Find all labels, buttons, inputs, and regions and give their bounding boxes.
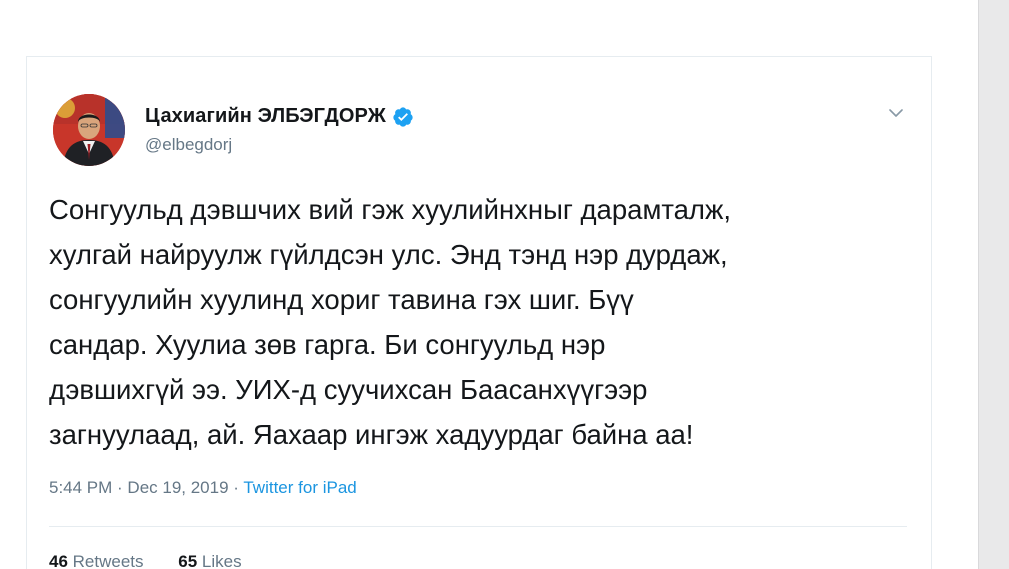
likes-count: 65 xyxy=(178,552,198,569)
author-name[interactable]: Цахиагийн ЭЛБЭГДОРЖ xyxy=(145,105,414,128)
tweet-timestamp[interactable]: 5:44 PM · Dec 19, 2019 · xyxy=(49,478,243,497)
tweet-text: Сонгуульд дэвшчих вий гэж хуулийнхныг да… xyxy=(49,194,732,450)
page: Цахиагийн ЭЛБЭГДОРЖ @elbegdorj Сонгуульд… xyxy=(0,0,1009,569)
chevron-down-icon[interactable] xyxy=(886,103,906,123)
retweets-label: Retweets xyxy=(72,552,144,569)
tweet-stats: 46 Retweets 65 Likes xyxy=(49,552,272,569)
likes-label: Likes xyxy=(201,552,242,569)
author-avatar[interactable] xyxy=(53,94,125,166)
tweet-card: Цахиагийн ЭЛБЭГДОРЖ @elbegdorj Сонгуульд… xyxy=(26,56,932,569)
scrollbar-track[interactable] xyxy=(979,0,1009,569)
divider xyxy=(49,526,907,527)
retweets-count: 46 xyxy=(49,552,68,569)
author-handle[interactable]: @elbegdorj xyxy=(145,135,232,155)
profile-photo-icon xyxy=(53,94,125,166)
likes-stat[interactable]: 65 Likes xyxy=(178,552,241,569)
retweets-stat[interactable]: 46 Retweets xyxy=(49,552,144,569)
author-display-name[interactable]: Цахиагийн ЭЛБЭГДОРЖ xyxy=(145,105,386,128)
verified-badge-icon xyxy=(393,106,413,127)
tweet-source-link[interactable]: Twitter for iPad xyxy=(243,478,356,497)
tweet-meta: 5:44 PM · Dec 19, 2019 · Twitter for iPa… xyxy=(49,478,357,498)
